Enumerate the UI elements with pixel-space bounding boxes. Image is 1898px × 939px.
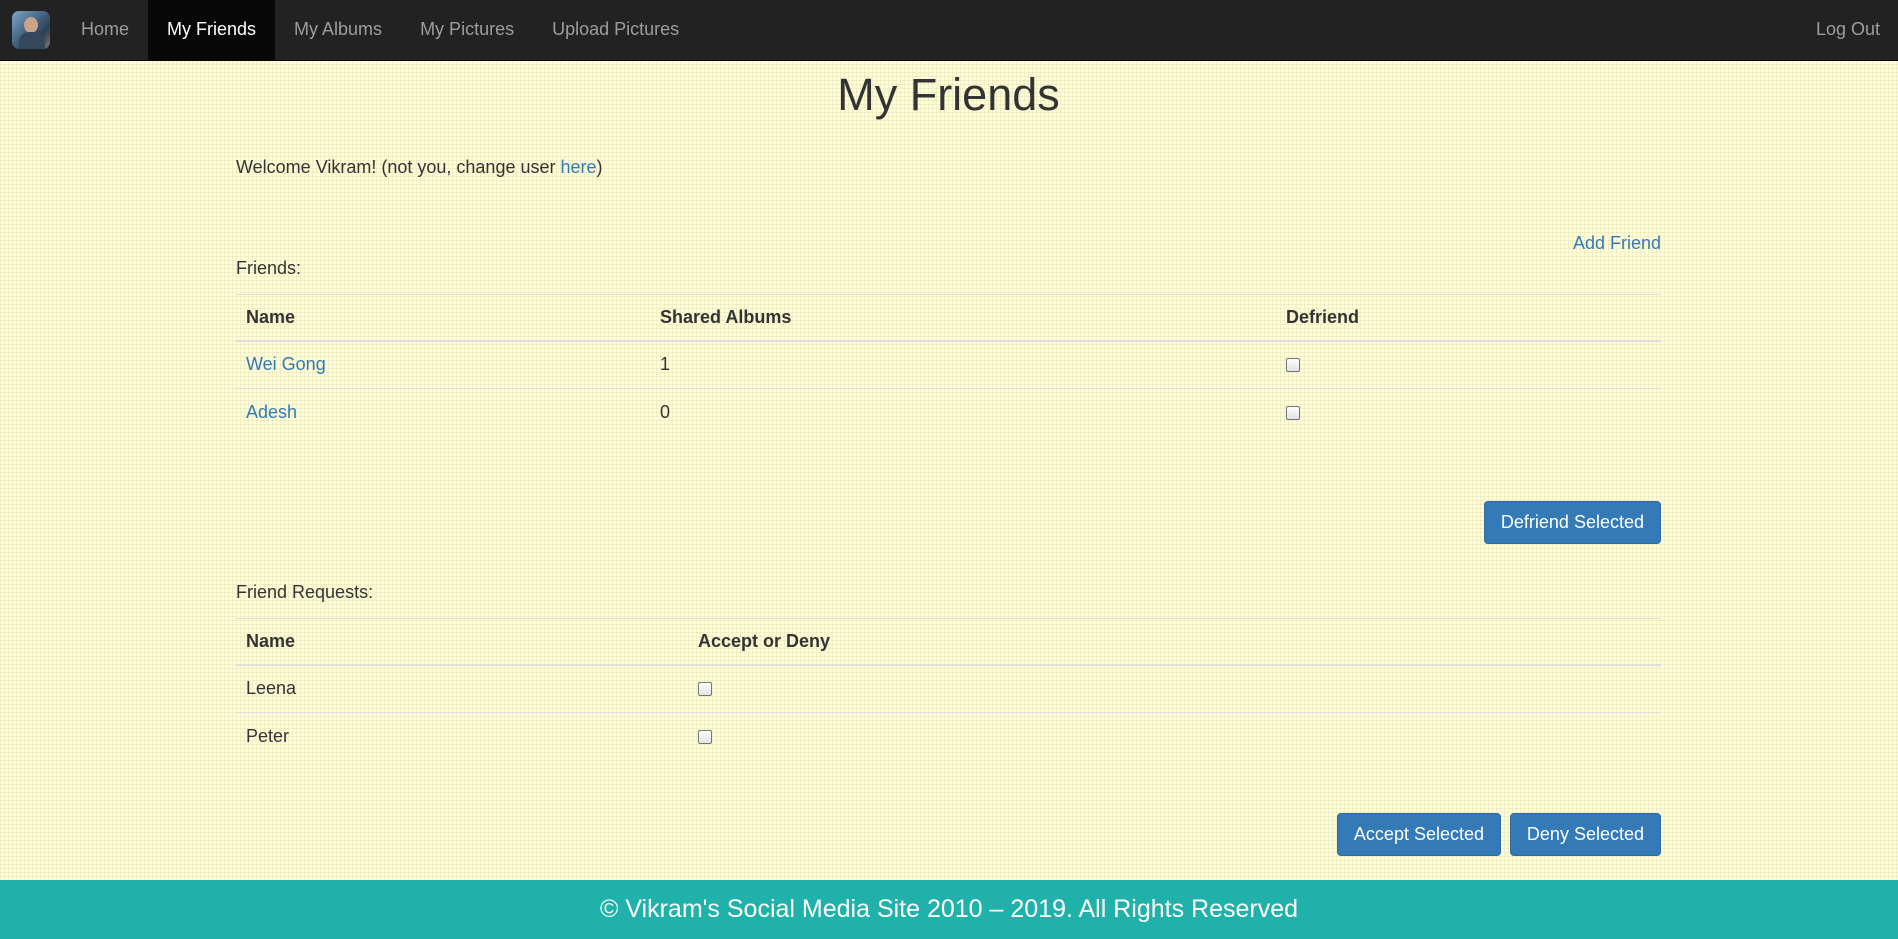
welcome-message: Welcome Vikram! (not you, change user he… (236, 157, 603, 178)
friend-name-link[interactable]: Wei Gong (246, 354, 326, 374)
logo-avatar-head (24, 17, 38, 33)
table-row: Leena (236, 664, 1661, 713)
accept-selected-button[interactable]: Accept Selected (1336, 813, 1501, 856)
friend-requests-table: Name Accept or Deny Leena Peter (236, 618, 1661, 761)
friend-name-link[interactable]: Adesh (246, 402, 297, 422)
column-header-accept-or-deny: Accept or Deny (688, 618, 1661, 666)
defriend-checkbox[interactable] (1286, 357, 1300, 372)
shared-albums-count: 0 (650, 388, 1276, 437)
request-select-checkbox[interactable] (698, 681, 712, 696)
table-header-row: Name Accept or Deny (236, 618, 1661, 666)
column-header-shared-albums: Shared Albums (650, 294, 1276, 342)
nav-item-my-albums[interactable]: My Albums (275, 0, 401, 60)
request-name: Peter (236, 712, 688, 761)
top-navbar: Home My Friends My Albums My Pictures Up… (0, 0, 1898, 61)
nav-item-my-pictures[interactable]: My Pictures (401, 0, 533, 60)
table-header-row: Name Shared Albums Defriend (236, 294, 1661, 342)
defriend-checkbox[interactable] (1286, 405, 1300, 420)
change-user-link[interactable]: here (560, 157, 596, 177)
column-header-defriend: Defriend (1276, 294, 1661, 342)
deny-selected-button[interactable]: Deny Selected (1509, 813, 1661, 856)
column-header-name: Name (236, 618, 688, 666)
site-logo[interactable] (12, 11, 50, 49)
nav-item-upload-pictures[interactable]: Upload Pictures (533, 0, 698, 60)
table-row: Adesh 0 (236, 388, 1661, 437)
welcome-text: Welcome Vikram! (not you, change user (236, 157, 561, 177)
nav-item-home[interactable]: Home (62, 0, 148, 60)
nav-menu: Home My Friends My Albums My Pictures Up… (62, 0, 698, 60)
logo-avatar-body (19, 32, 45, 49)
nav-item-my-friends[interactable]: My Friends (148, 0, 276, 60)
table-row: Wei Gong 1 (236, 340, 1661, 389)
request-select-checkbox[interactable] (698, 729, 712, 744)
table-row: Peter (236, 712, 1661, 761)
defriend-selected-button[interactable]: Defriend Selected (1483, 501, 1661, 544)
page-title: My Friends (837, 69, 1060, 120)
friends-label: Friends: (236, 258, 302, 278)
welcome-text-end: ) (596, 157, 603, 177)
friends-table: Name Shared Albums Defriend Wei Gong 1 A… (236, 294, 1661, 437)
shared-albums-count: 1 (650, 340, 1276, 389)
friend-requests-label: Friend Requests: (236, 582, 374, 602)
column-header-name: Name (236, 294, 650, 342)
add-friend-link[interactable]: Add Friend (1573, 233, 1661, 254)
request-name: Leena (236, 664, 688, 713)
logout-link[interactable]: Log Out (1816, 0, 1880, 60)
site-footer: © Vikram's Social Media Site 2010 – 2019… (0, 880, 1898, 939)
